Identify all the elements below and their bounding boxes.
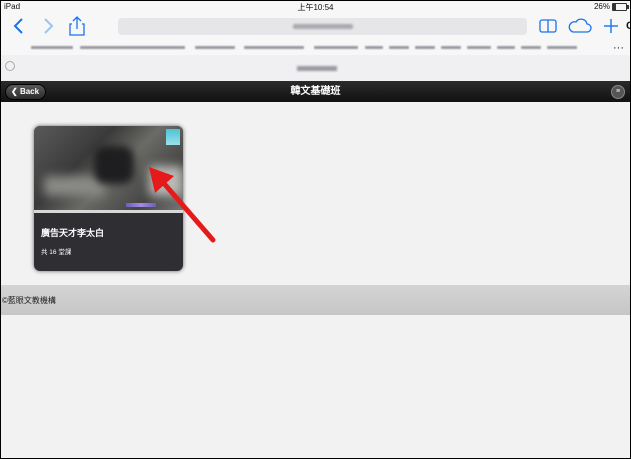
address-bar[interactable]: C — [118, 18, 630, 35]
bookmark-item[interactable] — [244, 46, 304, 49]
cloud-icon[interactable] — [567, 16, 593, 36]
thumbnail-detail — [94, 146, 134, 184]
bookmark-item[interactable] — [441, 46, 461, 49]
more-bookmarks-icon[interactable]: ··· — [613, 41, 624, 55]
plus-icon[interactable] — [601, 16, 621, 36]
bookmark-item[interactable] — [547, 46, 577, 49]
bookmark-item[interactable] — [365, 46, 383, 49]
bookmarks-bar: ··· — [1, 41, 630, 55]
thumbnail-badge — [166, 129, 180, 145]
tab-row — [1, 55, 630, 82]
clock: 上午10:54 — [297, 3, 334, 12]
bookmark-item[interactable] — [467, 46, 491, 49]
footer: ©藍眼文教機構 — [1, 285, 630, 315]
browser-toolbar: C — [1, 13, 630, 41]
arrow-icon — [149, 167, 216, 243]
bookmark-item[interactable] — [497, 46, 515, 49]
copyright-text: ©藍眼文教機構 — [2, 296, 56, 305]
chevron-right-icon[interactable] — [38, 16, 58, 36]
tab-title[interactable] — [297, 66, 337, 71]
book-icon[interactable] — [537, 16, 559, 36]
thumbnail-detail — [44, 176, 104, 196]
url-text — [293, 24, 353, 29]
bookmark-item[interactable] — [314, 46, 358, 49]
bookmark-item[interactable] — [521, 46, 541, 49]
bookmark-item[interactable] — [80, 46, 185, 49]
battery-icon — [612, 3, 629, 11]
app-navbar: ❮ Back 韓文基礎班 ≡ — [1, 81, 630, 102]
chevron-left-icon[interactable] — [9, 16, 29, 36]
empty-area — [1, 315, 630, 458]
reload-button[interactable]: C — [626, 18, 630, 35]
course-title: 廣告天才李太白 — [41, 228, 105, 238]
bookmark-item[interactable] — [31, 46, 73, 49]
bookmark-item[interactable] — [415, 46, 435, 49]
close-tab-icon[interactable] — [5, 61, 15, 71]
list-icon[interactable]: ≡ — [611, 85, 625, 99]
bookmark-item[interactable] — [389, 46, 409, 49]
page-title: 韓文基礎班 — [290, 86, 341, 97]
status-bar: iPad 上午10:54 26% — [1, 1, 630, 13]
bookmark-item[interactable] — [195, 46, 235, 49]
course-list: 廣告天才李太白 共 16 堂課 — [1, 102, 630, 285]
battery-percent: 26% — [593, 2, 610, 11]
ipad-screen: iPad 上午10:54 26% C — [0, 0, 631, 459]
course-lesson-count: 共 16 堂課 — [41, 249, 72, 256]
share-icon[interactable] — [67, 16, 87, 36]
